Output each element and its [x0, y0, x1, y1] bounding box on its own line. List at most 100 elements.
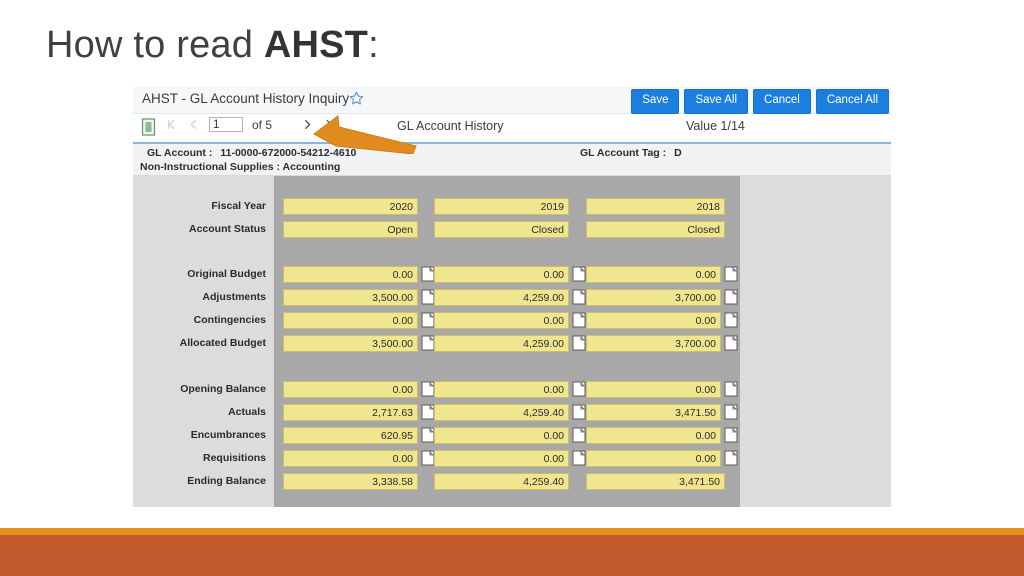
drill-down-document-icon[interactable]	[724, 450, 738, 466]
drill-down-document-icon[interactable]	[724, 381, 738, 397]
value-field[interactable]: 3,700.00	[586, 289, 721, 306]
value-field[interactable]: 0.00	[434, 266, 569, 283]
value-field[interactable]: 0.00	[586, 266, 721, 283]
value-field[interactable]: Closed	[586, 221, 725, 238]
form-row-label: Original Budget	[187, 268, 266, 280]
form-row: Original Budget 0.00 0.00 0.00	[133, 266, 740, 283]
drill-down-document-icon[interactable]	[572, 404, 586, 420]
gl-account-line: GL Account : 11-0000-672000-54212-4610	[147, 147, 356, 159]
drill-down-document-icon[interactable]	[421, 381, 435, 397]
drill-down-document-icon[interactable]	[724, 289, 738, 305]
value-field[interactable]: 3,471.50	[586, 404, 721, 421]
drill-down-document-icon[interactable]	[724, 427, 738, 443]
form-row-label: Allocated Budget	[179, 337, 266, 349]
value-field[interactable]: 0.00	[283, 266, 418, 283]
drill-down-document-icon[interactable]	[724, 404, 738, 420]
value-field[interactable]: 3,338.58	[283, 473, 418, 490]
value-field[interactable]: 4,259.40	[434, 473, 569, 490]
value-field[interactable]: 2020	[283, 198, 418, 215]
drill-down-document-icon[interactable]	[421, 450, 435, 466]
gl-account-tag: GL Account Tag : D	[580, 147, 682, 159]
gl-account-label: GL Account :	[147, 147, 213, 159]
drill-down-document-icon[interactable]	[724, 312, 738, 328]
form-row: Actuals 2,717.63 4,259.40 3,471.50	[133, 404, 740, 421]
value-position-label: Value 1/14	[686, 119, 745, 133]
application-window: AHST - GL Account History Inquiry Save S…	[133, 87, 891, 507]
value-field[interactable]: 0.00	[586, 450, 721, 467]
value-field[interactable]: 3,471.50	[586, 473, 725, 490]
drill-down-document-icon[interactable]	[421, 312, 435, 328]
drill-down-document-icon[interactable]	[421, 335, 435, 351]
value-field[interactable]: 0.00	[434, 381, 569, 398]
value-field[interactable]: 0.00	[586, 381, 721, 398]
gl-account-tag-value: D	[674, 147, 682, 159]
value-field[interactable]: Open	[283, 221, 418, 238]
form-row: Adjustments 3,500.00 4,259.00 3,700.00	[133, 289, 740, 306]
value-field[interactable]: 0.00	[434, 427, 569, 444]
value-field[interactable]: 0.00	[434, 450, 569, 467]
header-button-group: Save Save All Cancel Cancel All	[631, 89, 889, 114]
value-field[interactable]: 2019	[434, 198, 569, 215]
form-row: Account Status Open Closed Closed	[133, 221, 740, 238]
form-body: Fiscal Year 2020 2019 2018 Account Status Ope…	[133, 176, 891, 507]
value-field[interactable]: 4,259.00	[434, 289, 569, 306]
drill-down-document-icon[interactable]	[421, 289, 435, 305]
drill-down-document-icon[interactable]	[724, 266, 738, 282]
value-field[interactable]: 2,717.63	[283, 404, 418, 421]
value-field[interactable]: 4,259.40	[434, 404, 569, 421]
value-field[interactable]: 0.00	[434, 312, 569, 329]
page-title: How to read AHST:	[46, 24, 379, 67]
navigation-toolbar: of 5 GL Account History Value 1/14	[133, 114, 891, 144]
star-icon[interactable]	[349, 91, 364, 106]
last-page-icon[interactable]	[323, 117, 336, 132]
drill-down-document-icon[interactable]	[572, 312, 586, 328]
cancel-all-button[interactable]: Cancel All	[815, 89, 889, 114]
footer-bar	[0, 535, 1024, 576]
gl-account-value: 11-0000-672000-54212-4610	[220, 147, 357, 159]
toolbar-center-label: GL Account History	[397, 119, 504, 133]
drill-down-document-icon[interactable]	[572, 381, 586, 397]
drill-down-document-icon[interactable]	[421, 427, 435, 443]
form-row: Requisitions 0.00 0.00 0.00	[133, 450, 740, 467]
account-description: Non-Instructional Supplies : Accounting	[140, 161, 341, 173]
app-header: AHST - GL Account History Inquiry Save S…	[133, 87, 891, 114]
next-page-icon[interactable]	[301, 117, 314, 132]
drill-down-document-icon[interactable]	[572, 266, 586, 282]
value-field[interactable]: 0.00	[283, 381, 418, 398]
first-page-icon[interactable]	[165, 117, 178, 132]
drill-down-document-icon[interactable]	[421, 404, 435, 420]
drill-down-document-icon[interactable]	[572, 450, 586, 466]
account-banner: GL Account : 11-0000-672000-54212-4610 No…	[133, 144, 891, 176]
value-field[interactable]: 620.95	[283, 427, 418, 444]
value-field[interactable]: Closed	[434, 221, 569, 238]
drill-down-document-icon[interactable]	[572, 427, 586, 443]
footer-accent-stripe	[0, 528, 1024, 535]
form-row-label: Account Status	[188, 223, 266, 235]
form-row: Encumbrances 620.95 0.00 0.00	[133, 427, 740, 444]
value-field[interactable]: 4,259.00	[434, 335, 569, 352]
value-field[interactable]: 0.00	[586, 427, 721, 444]
drill-down-document-icon[interactable]	[421, 266, 435, 282]
drill-down-document-icon[interactable]	[572, 335, 586, 351]
save-button[interactable]: Save	[631, 89, 680, 114]
form-row: Contingencies 0.00 0.00 0.00	[133, 312, 740, 329]
form-row-label: Actuals	[228, 406, 266, 418]
cancel-button[interactable]: Cancel	[753, 89, 811, 114]
drill-down-document-icon[interactable]	[724, 335, 738, 351]
page-title-plain: How to read	[46, 24, 264, 66]
value-field[interactable]: 0.00	[283, 312, 418, 329]
value-field[interactable]: 0.00	[283, 450, 418, 467]
form-row-label: Ending Balance	[187, 475, 266, 487]
gl-account-tag-label: GL Account Tag :	[580, 147, 667, 159]
value-field[interactable]: 3,500.00	[283, 289, 418, 306]
previous-page-icon[interactable]	[187, 117, 200, 132]
value-field[interactable]: 3,500.00	[283, 335, 418, 352]
page-count-label: of 5	[252, 117, 273, 132]
value-field[interactable]: 2018	[586, 198, 725, 215]
drill-down-document-icon[interactable]	[572, 289, 586, 305]
document-icon[interactable]	[141, 118, 158, 137]
value-field[interactable]: 3,700.00	[586, 335, 721, 352]
value-field[interactable]: 0.00	[586, 312, 721, 329]
save-all-button[interactable]: Save All	[684, 89, 749, 114]
page-number-input[interactable]	[209, 117, 243, 132]
